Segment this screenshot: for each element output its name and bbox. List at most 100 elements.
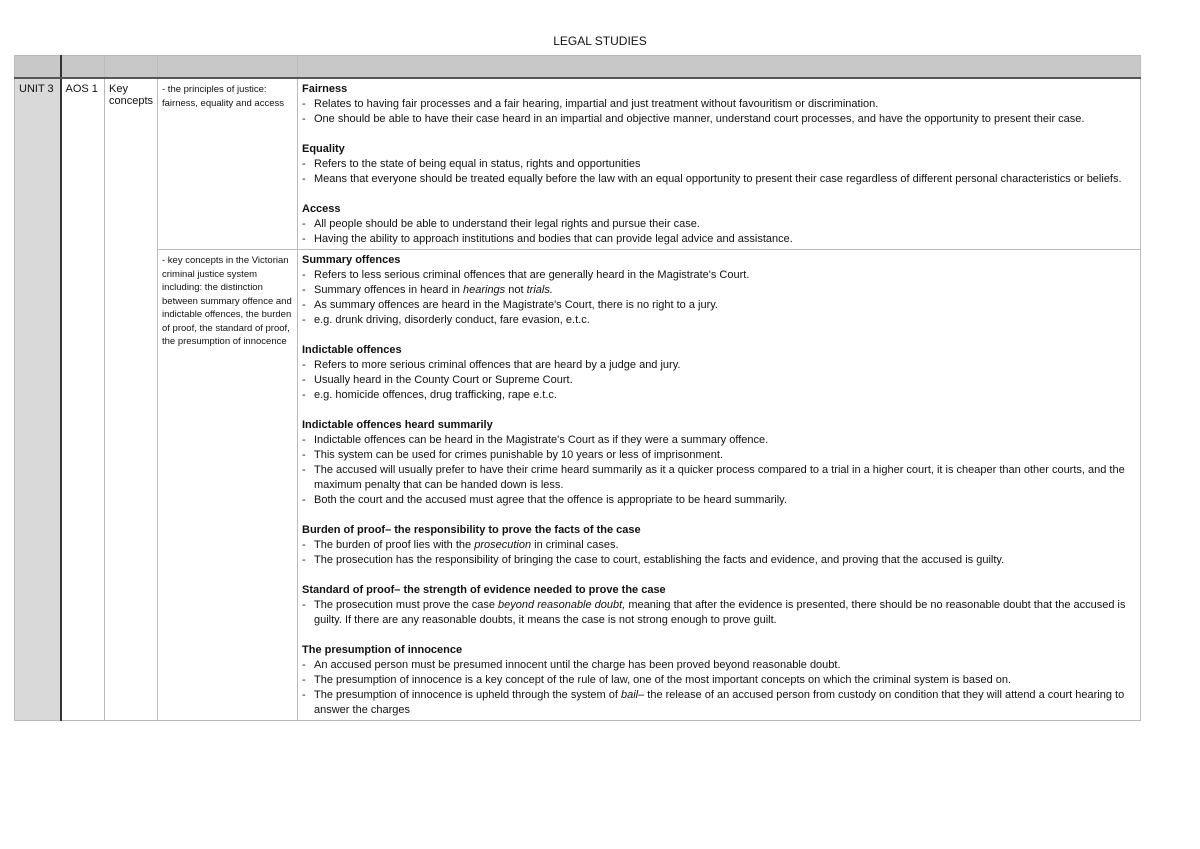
section-heading: Equality xyxy=(302,143,345,155)
bullet-dash: - xyxy=(302,674,306,686)
section-heading: Burden of proof– the responsibility to p… xyxy=(302,524,641,536)
bullet-dash: - xyxy=(302,359,306,371)
bullet-text: Having the ability to approach instituti… xyxy=(314,232,793,247)
notes-cell: Fairness - Relates to having fair processe… xyxy=(297,77,1141,250)
section-heading: Indictable offences xyxy=(302,344,402,356)
bullet-item: - As summary offences are heard in the Ma… xyxy=(302,298,1136,313)
bullet-dash: - xyxy=(302,389,306,401)
bullet-item: - Summary offences in heard in hearings n… xyxy=(302,283,1136,298)
bullet-text: Refers to less serious criminal offences… xyxy=(314,268,749,283)
text-segment: e.g. homicide offences, drug trafficking… xyxy=(314,389,557,401)
text-segment: Refers to more serious criminal offences… xyxy=(314,359,681,371)
bullet-dash: - xyxy=(302,659,306,671)
bullet-dash: - xyxy=(302,98,306,110)
table-row: UNIT 3 AOS 1 Key concepts - the principl… xyxy=(14,77,1141,721)
text-segment: Usually heard in the County Court or Sup… xyxy=(314,374,573,386)
bullet-text: Indictable offences can be heard in the … xyxy=(314,433,768,448)
emphasis-text: beyond reasonable doubt, xyxy=(498,599,626,611)
text-segment: Having the ability to approach instituti… xyxy=(314,233,793,245)
bullet-dash: - xyxy=(302,464,306,476)
bullet-item: - Usually heard in the County Court or Su… xyxy=(302,373,1136,388)
aos-cell: AOS 1 xyxy=(60,77,105,721)
text-segment: Relates to having fair processes and a f… xyxy=(314,98,879,110)
bullet-item: - Indictable offences can be heard in the… xyxy=(302,433,1136,448)
text-segment: Summary offences in heard in xyxy=(314,284,463,296)
emphasis-text: prosecution xyxy=(474,539,532,551)
bullet-dash: - xyxy=(302,233,306,245)
table-row: - key concepts in the Victorian criminal… xyxy=(15,249,1141,721)
bullet-item: - The presumption of innocence is a key c… xyxy=(302,673,1136,688)
text-segment: As summary offences are heard in the Mag… xyxy=(314,299,718,311)
bullet-item: - One should be able to have their case h… xyxy=(302,112,1136,127)
document-title: LEGAL STUDIES xyxy=(553,34,647,48)
section-heading: Indictable offences heard summarily xyxy=(302,419,493,431)
study-table: UNIT 3 AOS 1 Key concepts - the principl… xyxy=(14,55,1141,721)
bullet-item: - Refers to more serious criminal offence… xyxy=(302,358,1136,373)
text-segment: Refers to the state of being equal in st… xyxy=(314,158,641,170)
bullet-text: All people should be able to understand … xyxy=(314,217,700,232)
bullet-text: Both the court and the accused must agre… xyxy=(314,493,787,508)
bullet-item: - The presumption of innocence is upheld … xyxy=(302,688,1136,718)
bullet-item: - Refers to the state of being equal in s… xyxy=(302,157,1136,172)
section-heading: Fairness xyxy=(302,83,348,95)
bullet-dash: - xyxy=(302,374,306,386)
bullet-dash: - xyxy=(302,554,306,566)
bullet-dash: - xyxy=(302,113,306,125)
bullet-text: The presumption of innocence is upheld t… xyxy=(314,688,1136,718)
bullet-dash: - xyxy=(302,173,306,185)
bullet-item: - This system can be used for crimes puni… xyxy=(302,448,1136,463)
text-segment: The presumption of innocence is a key co… xyxy=(314,674,1012,686)
bullet-text: One should be able to have their case he… xyxy=(314,112,1084,127)
bullet-dash: - xyxy=(302,494,306,506)
bullet-item: - The prosecution has the responsibility … xyxy=(302,553,1136,568)
text-segment: in criminal cases. xyxy=(531,539,619,551)
emphasis-text: trials. xyxy=(526,284,553,296)
notes-section: Summary offences - Refers to less serious … xyxy=(302,253,1136,328)
bullet-text: The burden of proof lies with the prosec… xyxy=(314,538,619,553)
bullet-item: - The burden of proof lies with the prose… xyxy=(302,538,1136,553)
key-point-cell: - the principles of justice: fairness, e… xyxy=(157,77,298,250)
text-segment: The prosecution must prove the case xyxy=(314,599,499,611)
text-segment: This system can be used for crimes punis… xyxy=(314,449,724,461)
bullet-dash: - xyxy=(302,284,306,296)
emphasis-text: bail xyxy=(620,689,639,701)
bullet-text: This system can be used for crimes punis… xyxy=(314,448,723,463)
section-heading: Summary offences xyxy=(302,254,401,266)
bullet-text: Refers to the state of being equal in st… xyxy=(314,157,641,172)
bullet-dash: - xyxy=(302,434,306,446)
bullet-item: - The accused will usually prefer to have… xyxy=(302,463,1136,493)
bullet-item: - Both the court and the accused must agr… xyxy=(302,493,1136,508)
section-heading: Access xyxy=(302,203,341,215)
text-segment: The accused will usually prefer to have … xyxy=(314,464,1125,491)
bullet-text: The presumption of innocence is a key co… xyxy=(314,673,1011,688)
notes-section: Indictable offences heard summarily - Indi… xyxy=(302,418,1136,508)
notes-cell: Summary offences - Refers to less serious … xyxy=(297,249,1141,721)
notes-section: The presumption of innocence - An accused … xyxy=(302,643,1136,718)
text-segment: The presumption of innocence is upheld t… xyxy=(314,689,621,701)
bullet-item: - Having the ability to approach institut… xyxy=(302,232,1136,247)
bullet-dash: - xyxy=(302,689,306,701)
bullet-dash: - xyxy=(302,539,306,551)
section-heading: Standard of proof– the strength of evide… xyxy=(302,584,666,596)
bullet-dash: - xyxy=(302,449,306,461)
notes-section: Indictable offences - Refers to more serio… xyxy=(302,343,1136,403)
bullet-item: - An accused person must be presumed inno… xyxy=(302,658,1136,673)
bullet-text: An accused person must be presumed innoc… xyxy=(314,658,841,673)
bullet-text: e.g. drunk driving, disorderly conduct, … xyxy=(314,313,590,328)
text-segment: An accused person must be presumed innoc… xyxy=(314,659,841,671)
bullet-text: The accused will usually prefer to have … xyxy=(314,463,1136,493)
text-segment: All people should be able to understand … xyxy=(314,218,700,230)
notes-section: Access - All people should be able to unde… xyxy=(302,202,1136,247)
bullet-dash: - xyxy=(302,269,306,281)
header-row xyxy=(14,55,1141,79)
bullet-dash: - xyxy=(302,158,306,170)
notes-section: Burden of proof– the responsibility to p… xyxy=(302,523,1136,568)
bullet-text: The prosecution must prove the case beyo… xyxy=(314,598,1136,628)
section-heading: The presumption of innocence xyxy=(302,644,463,656)
text-segment: Both the court and the accused must agre… xyxy=(314,494,787,506)
bullet-item: - Refers to less serious criminal offence… xyxy=(302,268,1136,283)
text-segment: The burden of proof lies with the xyxy=(314,539,475,551)
text-segment: Means that everyone should be treated eq… xyxy=(314,173,1122,185)
bullet-dash: - xyxy=(302,218,306,230)
bullet-text: Refers to more serious criminal offences… xyxy=(314,358,680,373)
